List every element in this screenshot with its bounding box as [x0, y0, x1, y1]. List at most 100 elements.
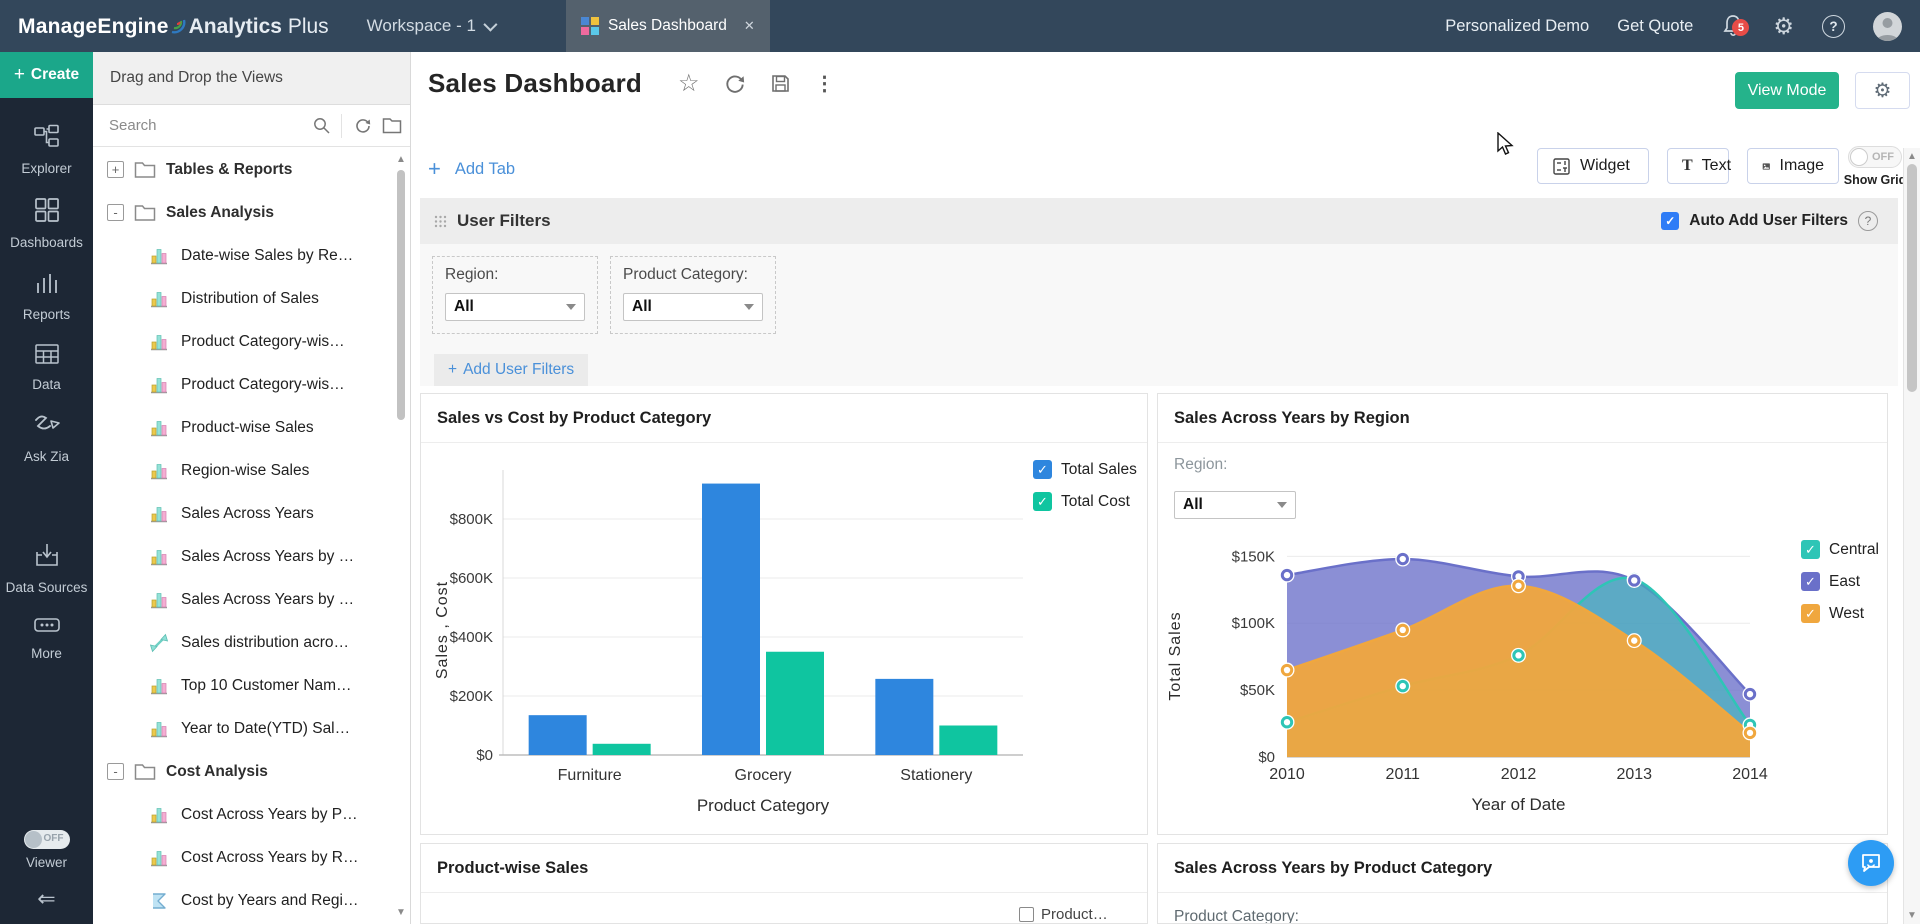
text-button[interactable]: T Text	[1667, 148, 1729, 184]
tree-item[interactable]: Sales Across Years	[93, 492, 410, 535]
tree-item[interactable]: Sales Across Years by …	[93, 578, 410, 621]
add-tab-button[interactable]: + Add Tab	[428, 158, 515, 180]
tree-item[interactable]: Distribution of Sales	[93, 277, 410, 320]
sidebar-item-data[interactable]: Data	[0, 343, 93, 394]
avatar[interactable]	[1873, 12, 1902, 41]
favorite-star-icon[interactable]: ☆	[678, 72, 700, 96]
settings-gear-icon[interactable]: ⚙	[1773, 15, 1794, 38]
expand-icon[interactable]: +	[107, 161, 124, 178]
scrollbar-thumb[interactable]	[397, 170, 405, 420]
tree-item[interactable]: Year to Date(YTD) Sal…	[93, 707, 410, 750]
notification-badge: 5	[1732, 19, 1749, 36]
collapse-sidebar-icon[interactable]: ⇐	[37, 886, 55, 912]
legend-entry-west[interactable]: ✓West	[1801, 604, 1879, 623]
panel-title: Sales vs Cost by Product Category	[437, 409, 711, 428]
tree-item[interactable]: Sales distribution acro…	[93, 621, 410, 664]
refresh-views-icon[interactable]	[354, 117, 372, 135]
sidebar-item-explorer[interactable]: Explorer	[0, 124, 93, 178]
tree-item[interactable]: Date-wise Sales by Re…	[93, 234, 410, 277]
more-options-icon[interactable]: ⋮	[815, 74, 835, 94]
sidebar-item-data-sources[interactable]: Data Sources	[0, 542, 93, 597]
save-icon[interactable]	[770, 73, 791, 94]
legend-entry-total-sales[interactable]: ✓ Total Sales	[1033, 460, 1137, 479]
tree-item[interactable]: Product-wise Sales	[93, 406, 410, 449]
legend-checkbox[interactable]	[1019, 907, 1034, 922]
show-grid-toggle[interactable]: OFF	[1848, 146, 1902, 168]
viewer-toggle[interactable]: OFF	[24, 830, 70, 849]
legend-label: Total Sales	[1061, 461, 1137, 479]
brand-manageengine: ManageEngine	[18, 15, 169, 39]
widget-button[interactable]: Widget	[1537, 148, 1649, 184]
bar-chart-icon	[149, 719, 169, 739]
sidebar-item-ask-zia[interactable]: Ask Zia	[0, 413, 93, 466]
panel-title: Sales Across Years by Region	[1174, 409, 1410, 428]
tree-item[interactable]: Top 10 Customer Nam…	[93, 664, 410, 707]
brand-logo: ManageEngine Analytics Plus	[0, 13, 329, 39]
tree-item-label: Product Category-wis…	[181, 333, 345, 351]
sidebar-item-dashboards[interactable]: Dashboards	[0, 197, 93, 252]
search-input[interactable]	[93, 117, 308, 134]
region-filter-label: Region:	[1174, 456, 1227, 474]
tree-item[interactable]: Cost Across Years by R…	[93, 836, 410, 879]
image-button[interactable]: Image	[1747, 148, 1839, 184]
svg-text:2013: 2013	[1616, 766, 1652, 783]
personalized-demo-link[interactable]: Personalized Demo	[1445, 17, 1589, 36]
plus-icon: +	[428, 158, 441, 180]
workspace-selector[interactable]: Workspace - 1	[367, 16, 494, 36]
tree-item-label: Distribution of Sales	[181, 290, 319, 308]
help-icon[interactable]: ?	[1822, 15, 1845, 38]
svg-text:Sales , Cost: Sales , Cost	[434, 581, 451, 679]
user-filter-box: Product Category:All	[610, 256, 776, 334]
filter-select-value: All	[632, 298, 652, 316]
sidebar-item-label: Explorer	[21, 161, 71, 178]
viewer-label: Viewer	[26, 855, 67, 870]
tab-sales-dashboard[interactable]: Sales Dashboard ✕	[566, 0, 770, 52]
panel-sales-across-years-by-product-category: Sales Across Years by Product Category P…	[1157, 843, 1888, 924]
drag-handle-icon[interactable]	[434, 215, 447, 228]
region-filter-select[interactable]: All	[1174, 491, 1296, 519]
dashboard-settings-button[interactable]: ⚙	[1855, 72, 1910, 109]
tree-item[interactable]: Cost Across Years by P…	[93, 793, 410, 836]
close-icon[interactable]: ✕	[744, 18, 755, 34]
tree-item[interactable]: Sales Across Years by …	[93, 535, 410, 578]
sidebar-item-more[interactable]: More	[0, 616, 93, 663]
tree-item[interactable]: Cost by Years and Regi…	[93, 879, 410, 922]
bar-chart-icon	[149, 590, 169, 610]
tree-folder[interactable]: -Cost Analysis	[93, 750, 410, 793]
product-category-filter-label: Product Category:	[1174, 908, 1299, 924]
sidebar-item-reports[interactable]: Reports	[0, 271, 93, 324]
legend-entry-total-cost[interactable]: ✓Total Cost	[1033, 492, 1137, 511]
views-scrollbar[interactable]: ▲ ▼	[393, 52, 409, 924]
refresh-icon[interactable]	[724, 73, 746, 95]
svg-text:$0: $0	[1258, 749, 1275, 766]
create-button[interactable]: + Create	[0, 52, 93, 98]
get-quote-link[interactable]: Get Quote	[1617, 17, 1693, 36]
tree-item[interactable]: Product Category-wis…	[93, 363, 410, 406]
tree-item[interactable]: Product Category-wis…	[93, 320, 410, 363]
svg-text:$0: $0	[476, 747, 493, 764]
collapse-icon[interactable]: -	[107, 204, 124, 221]
tree-folder[interactable]: -Sales Analysis	[93, 191, 410, 234]
filter-label: Region:	[445, 266, 585, 284]
tree-folder[interactable]: +Tables & Reports	[93, 148, 410, 191]
legend-checkbox[interactable]: ✓	[1033, 492, 1052, 511]
scrollbar-thumb[interactable]	[1907, 164, 1917, 392]
auto-add-user-filters-checkbox[interactable]: ✓	[1661, 212, 1679, 230]
notifications-bell-icon[interactable]: 5	[1721, 13, 1745, 39]
search-icon[interactable]	[308, 116, 341, 135]
add-user-filters-button[interactable]: + Add User Filters	[434, 354, 588, 386]
legend-entry-central[interactable]: ✓Central	[1801, 540, 1879, 559]
legend-checkbox[interactable]: ✓	[1033, 460, 1052, 479]
chat-support-button[interactable]	[1848, 840, 1894, 886]
widget-icon	[1552, 157, 1571, 176]
legend-entry-east[interactable]: ✓East	[1801, 572, 1879, 591]
filter-select[interactable]: All	[445, 293, 585, 321]
collapse-icon[interactable]: -	[107, 763, 124, 780]
tree-item[interactable]: Region-wise Sales	[93, 449, 410, 492]
folder-icon	[134, 161, 156, 179]
filter-select[interactable]: All	[623, 293, 763, 321]
main-scrollbar[interactable]: ▲ ▼	[1903, 148, 1920, 924]
svg-text:Stationery: Stationery	[900, 767, 972, 784]
help-icon[interactable]: ?	[1858, 211, 1878, 231]
view-mode-button[interactable]: View Mode	[1735, 72, 1839, 109]
